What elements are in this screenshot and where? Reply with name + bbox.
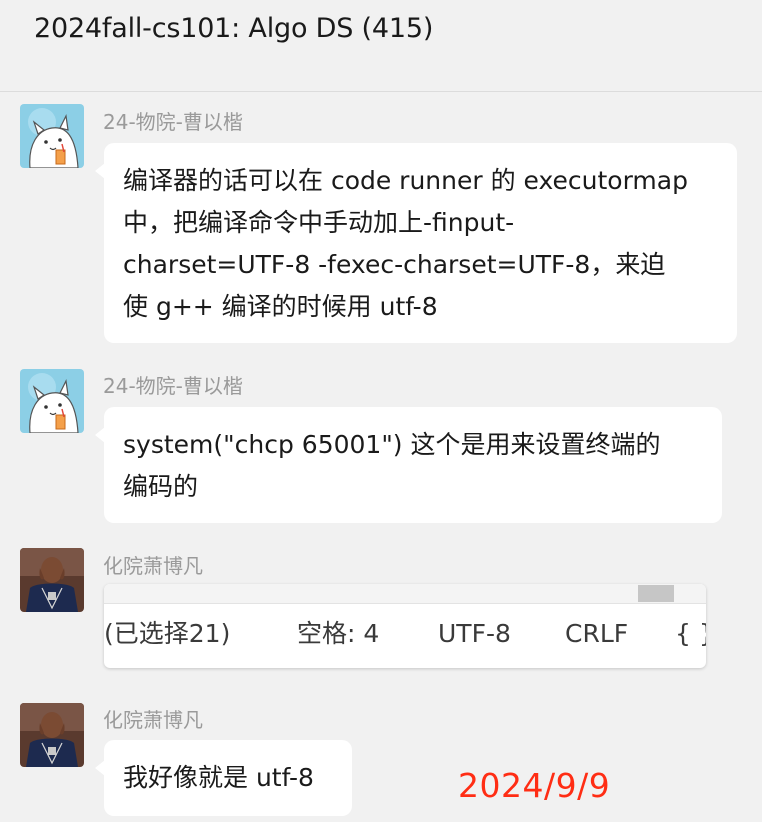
status-language-icon: { } — [675, 619, 706, 648]
sender-name: 化院萧博凡 — [103, 554, 203, 578]
message-text-line: charset=UTF-8 -fexec-charset=UTF-8，来迫 — [123, 250, 666, 279]
sender-name: 24-物院-曹以楷 — [103, 110, 243, 134]
avatar-basketball-player-icon[interactable] — [20, 703, 84, 767]
chat-header: 2024fall-cs101: Algo DS (415) — [0, 0, 762, 92]
message-bubble[interactable]: 我好像就是 utf-8 — [95, 740, 352, 816]
image-scrollbar-thumb — [638, 585, 674, 602]
sender-name: 化院萧博凡 — [103, 708, 203, 732]
avatar-basketball-player-icon[interactable] — [20, 548, 84, 612]
message-text-line: 编码的 — [123, 472, 199, 501]
status-selection: (已选择21) — [104, 619, 231, 648]
message-text-line: 我好像就是 utf-8 — [123, 763, 314, 792]
status-indentation: 空格: 4 — [297, 619, 380, 648]
chat-title[interactable]: 2024fall-cs101: Algo DS (415) — [34, 13, 433, 44]
sender-name: 24-物院-曹以楷 — [103, 374, 243, 398]
date-watermark: 2024/9/9 — [458, 766, 611, 805]
image-scrollbar-track — [104, 584, 706, 604]
message-text-line: 使 g++ 编译的时候用 utf-8 — [123, 292, 438, 321]
message-bubble[interactable]: system("chcp 65001") 这个是用来设置终端的 编码的 — [95, 407, 722, 523]
message-bubble[interactable]: 编译器的话可以在 code runner 的 executormap 中，把编译… — [95, 143, 737, 343]
screenshot-image[interactable]: (已选择21) 空格: 4 UTF-8 CRLF { } — [104, 584, 706, 668]
editor-status-bar: (已选择21) 空格: 4 UTF-8 CRLF { } — [104, 614, 706, 654]
avatar-cartoon-cat-icon[interactable] — [20, 104, 84, 168]
avatar-cartoon-cat-icon[interactable] — [20, 369, 84, 433]
status-encoding: UTF-8 — [438, 619, 511, 648]
message-text-line: 编译器的话可以在 code runner 的 executormap — [123, 166, 688, 195]
message-text-line: system("chcp 65001") 这个是用来设置终端的 — [123, 430, 661, 459]
status-line-ending: CRLF — [565, 619, 629, 648]
message-text-line: 中，把编译命令中手动加上-finput- — [123, 208, 515, 237]
